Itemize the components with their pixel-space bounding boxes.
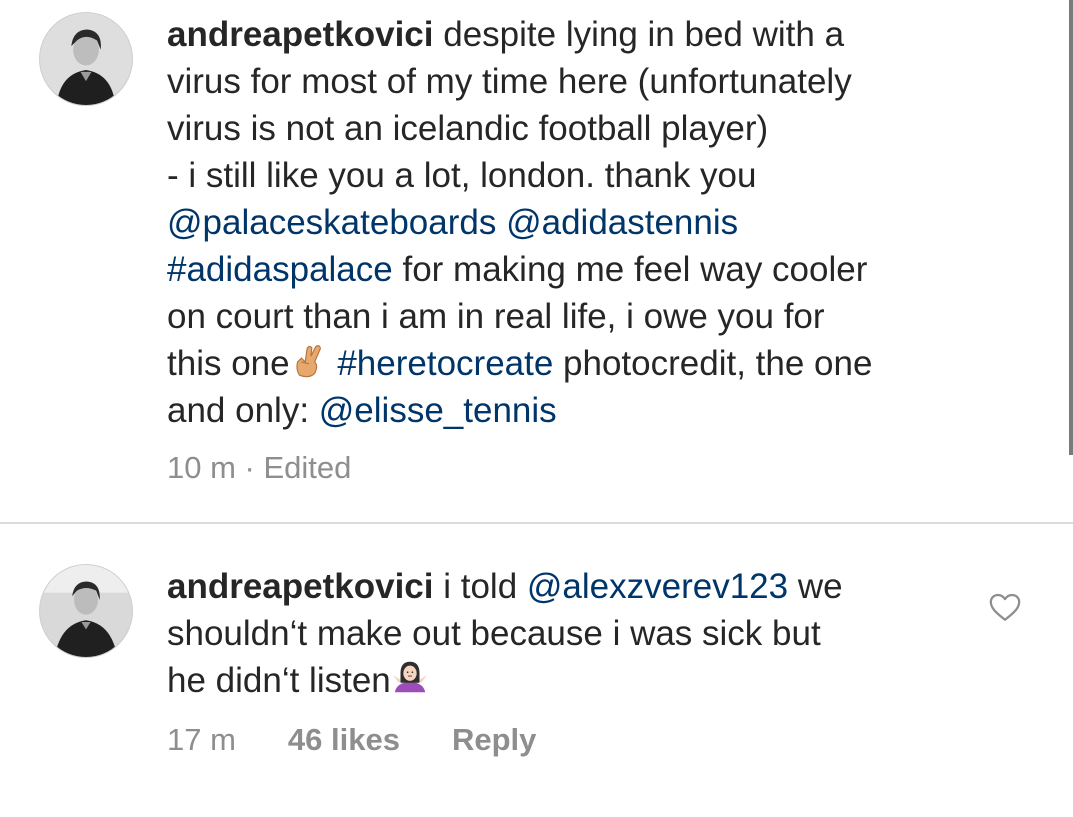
comment-line: virus for most of my time here (unfortun… — [167, 58, 997, 105]
comment-text-segment: - i still like you a lot, london. thank … — [167, 156, 757, 195]
mention-link[interactable]: @palaceskateboards — [167, 203, 496, 242]
comment-text-segment: this one — [167, 344, 290, 383]
comment-text: andreapetkovici i told @alexzverev123 we… — [167, 563, 997, 704]
meta-separator: · — [235, 450, 264, 485]
comment-line: andreapetkovici despite lying in bed wit… — [167, 11, 997, 58]
comment-text-segment — [496, 203, 506, 242]
hashtag-link[interactable]: #adidaspalace — [167, 250, 393, 289]
comment-line: shouldn‘t make out because i was sick bu… — [167, 610, 997, 657]
comment-line: @palaceskateboards @adidastennis — [167, 199, 997, 246]
comment-text-segment: virus is not an icelandic football playe… — [167, 109, 769, 148]
comment-time: 17 m — [167, 722, 236, 757]
username[interactable]: andreapetkovici — [167, 567, 434, 606]
comment-line: he didn‘t listen — [167, 657, 997, 704]
comment-line: virus is not an icelandic football playe… — [167, 105, 997, 152]
comment-text-segment: for making me feel way cooler — [392, 250, 868, 289]
comment-item: andreapetkovici despite lying in bed wit… — [0, 0, 1073, 523]
comment-time: 10 m — [167, 450, 236, 485]
username[interactable]: andreapetkovici — [167, 15, 434, 54]
mention-link[interactable]: @adidastennis — [506, 203, 738, 242]
comment-text-segment: he didn‘t listen — [167, 661, 391, 700]
mention-link[interactable]: @elisse_tennis — [319, 391, 557, 430]
comment-line: on court than i am in real life, i owe y… — [167, 293, 997, 340]
comment-line: and only: @elisse_tennis — [167, 387, 997, 434]
comment-text-segment: virus for most of my time here (unfortun… — [167, 62, 852, 101]
comment-text-segment: we — [788, 567, 843, 606]
avatar[interactable] — [39, 564, 133, 658]
comment-text-segment: shouldn‘t make out because i was sick bu… — [167, 614, 821, 653]
comment-text-segment: on court than i am in real life, i owe y… — [167, 297, 825, 336]
comment-line: andreapetkovici i told @alexzverev123 we — [167, 563, 997, 610]
comment-meta: 10 m · Edited — [167, 450, 351, 486]
comment-text-segment: photocredit, the one — [553, 344, 873, 383]
heart-outline-icon[interactable] — [987, 590, 1023, 624]
comment-text: andreapetkovici despite lying in bed wit… — [167, 11, 997, 434]
comment-line: - i still like you a lot, london. thank … — [167, 152, 997, 199]
edited-label: Edited — [263, 450, 352, 485]
crossed-fingers-emoji — [296, 345, 321, 378]
comment-text-segment — [328, 344, 338, 383]
comment-line: #adidaspalace for making me feel way coo… — [167, 246, 997, 293]
divider — [0, 522, 1073, 524]
hashtag-link[interactable]: #heretocreate — [337, 344, 553, 383]
avatar-photo — [40, 565, 132, 657]
comment-text-segment: i told — [443, 567, 527, 606]
avatar[interactable] — [39, 12, 133, 106]
avatar-photo — [40, 13, 132, 105]
mention-link[interactable]: @alexzverev123 — [527, 567, 788, 606]
comment-text-segment: despite lying in bed with a — [443, 15, 845, 54]
comment-line: this one #heretocreate photocredit, the … — [167, 340, 997, 387]
reply-button[interactable]: Reply — [452, 722, 536, 757]
woman-shrugging-emoji — [392, 661, 427, 693]
likes-count[interactable]: 46 likes — [288, 722, 400, 757]
comment-meta: 17 m 46 likes Reply — [167, 722, 536, 758]
comment-text-segment: and only: — [167, 391, 319, 430]
